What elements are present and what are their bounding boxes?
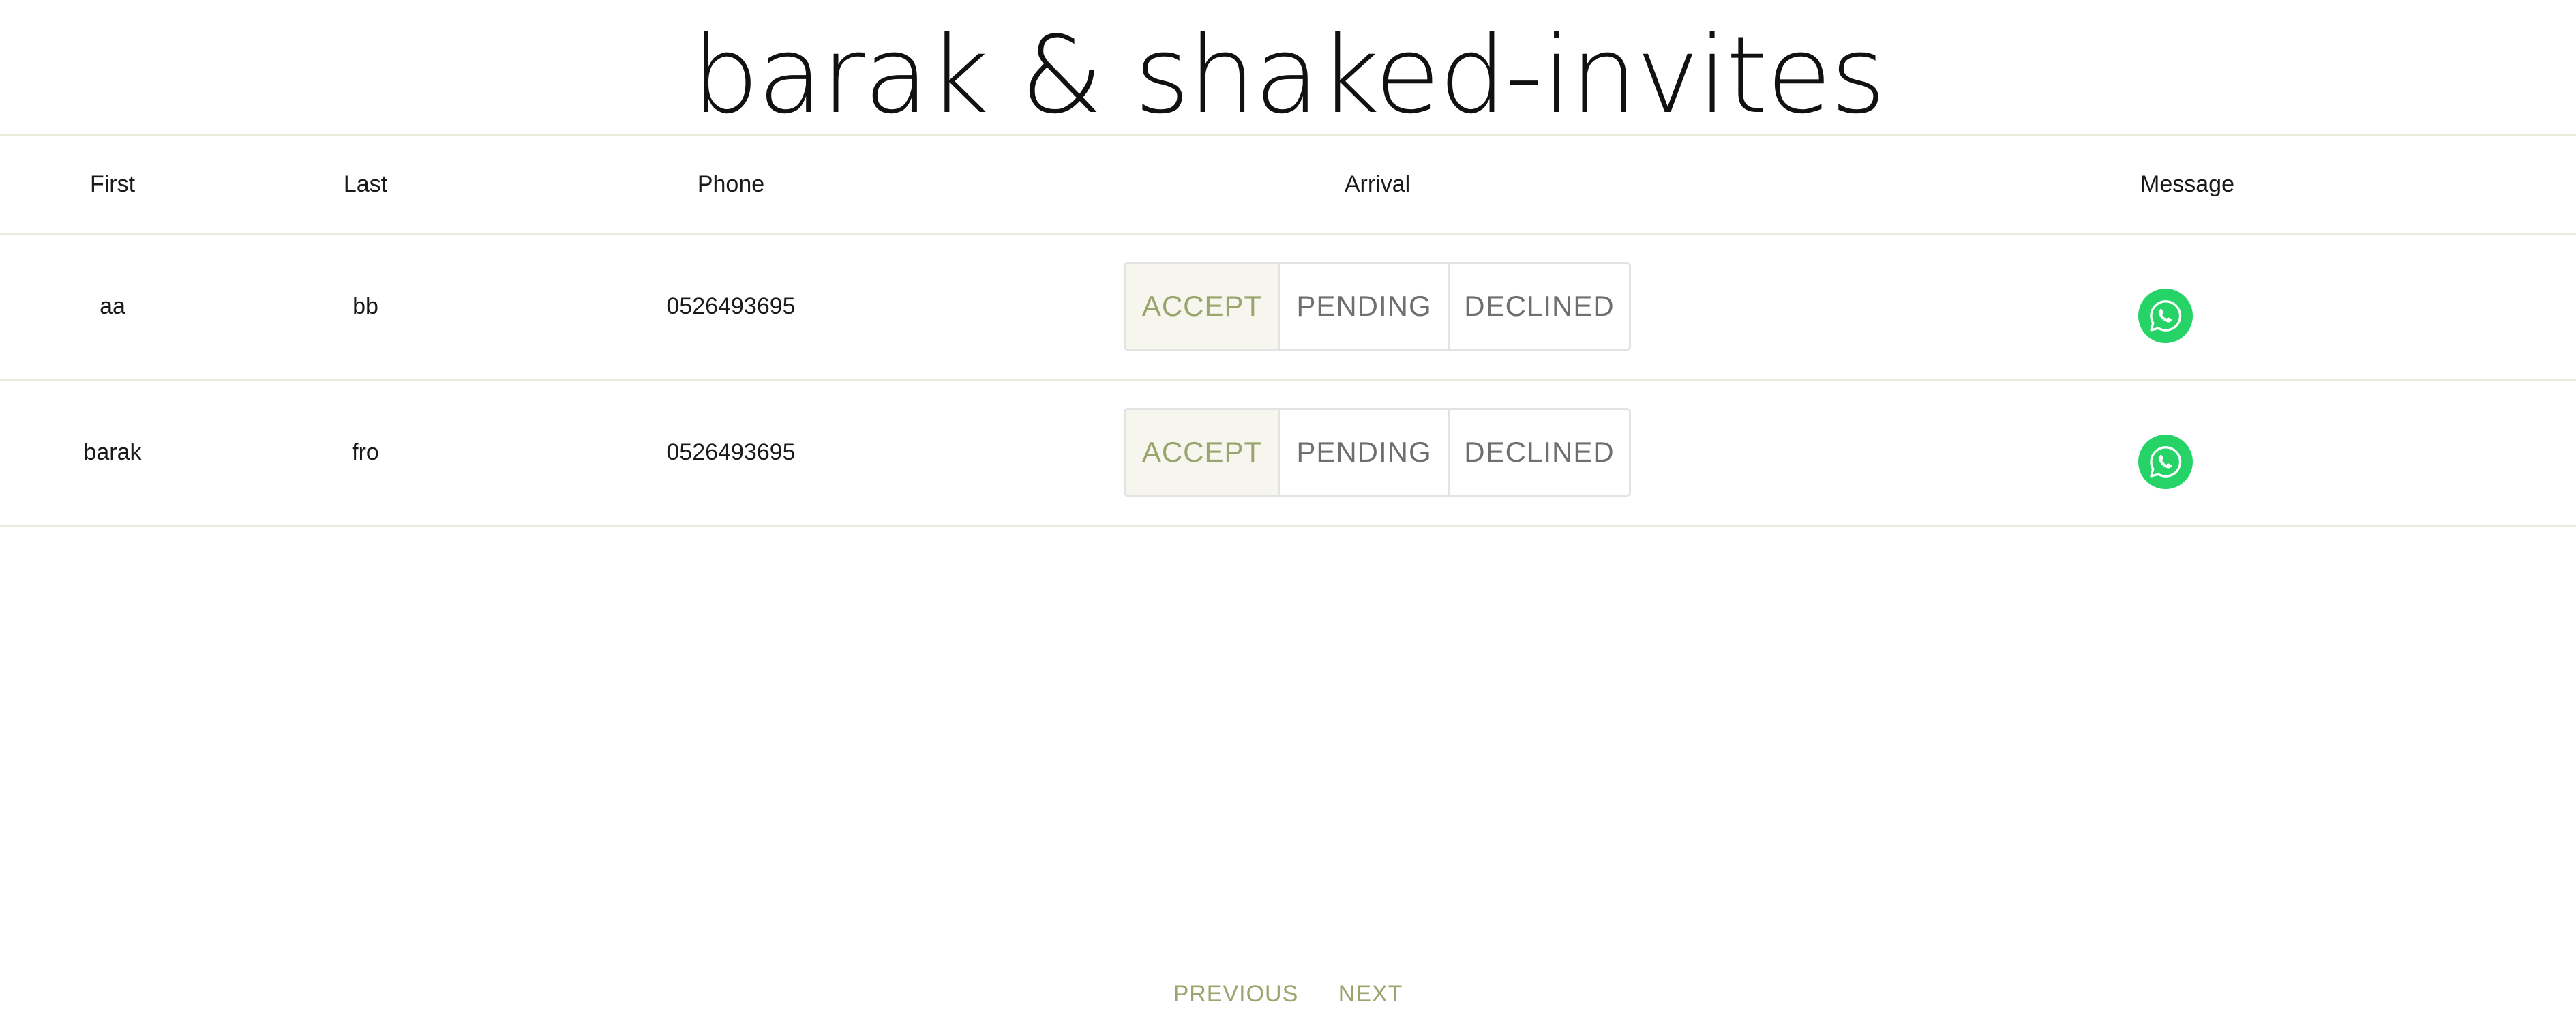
whatsapp-icon[interactable] xyxy=(2138,435,2193,489)
pagination: PREVIOUS NEXT xyxy=(0,981,2576,1008)
column-header-arrival: Arrival xyxy=(1344,171,1411,197)
page-title: barak & shaked-invites xyxy=(691,13,1886,137)
table-row: barak fro 0526493695 ACCEPT PENDING DECL… xyxy=(0,379,2576,525)
message-cell xyxy=(1799,379,2576,525)
last-name-cell: fro xyxy=(352,439,379,465)
whatsapp-glyph xyxy=(2150,446,2182,478)
column-header-first: First xyxy=(89,171,136,197)
whatsapp-icon[interactable] xyxy=(2138,289,2193,343)
accept-button[interactable]: ACCEPT xyxy=(1126,410,1278,495)
whatsapp-glyph xyxy=(2150,300,2182,332)
table-body: aa bb 0526493695 ACCEPT PENDING DECLINED xyxy=(0,233,2576,525)
arrival-toggle-group: ACCEPT PENDING DECLINED xyxy=(1124,262,1631,351)
whatsapp-link[interactable] xyxy=(2138,435,2193,489)
table-header: First Last Phone Arrival Message xyxy=(0,136,2576,233)
message-cell xyxy=(1799,233,2576,379)
arrival-cell: ACCEPT PENDING DECLINED xyxy=(956,379,1799,525)
column-header-last: Last xyxy=(343,171,388,197)
previous-page-link[interactable]: PREVIOUS xyxy=(1173,981,1299,1007)
column-header-phone: Phone xyxy=(697,171,765,197)
pending-button[interactable]: PENDING xyxy=(1278,410,1448,495)
accept-button[interactable]: ACCEPT xyxy=(1126,264,1278,349)
guest-table: First Last Phone Arrival Message aa bb 0… xyxy=(0,136,2576,527)
table-row: aa bb 0526493695 ACCEPT PENDING DECLINED xyxy=(0,233,2576,379)
arrival-cell: ACCEPT PENDING DECLINED xyxy=(956,233,1799,379)
first-name-cell: barak xyxy=(83,439,142,465)
phone-cell: 0526493695 xyxy=(666,439,796,465)
pending-button[interactable]: PENDING xyxy=(1278,264,1448,349)
arrival-toggle-group: ACCEPT PENDING DECLINED xyxy=(1124,408,1631,497)
table-header-row: First Last Phone Arrival Message xyxy=(0,136,2576,233)
whatsapp-link[interactable] xyxy=(2138,289,2193,343)
declined-button[interactable]: DECLINED xyxy=(1448,410,1629,495)
next-page-link[interactable]: NEXT xyxy=(1338,981,1403,1007)
phone-cell: 0526493695 xyxy=(666,293,796,319)
declined-button[interactable]: DECLINED xyxy=(1448,264,1629,349)
last-name-cell: bb xyxy=(353,293,378,319)
first-name-cell: aa xyxy=(100,293,125,319)
column-header-message: Message xyxy=(2140,171,2234,197)
